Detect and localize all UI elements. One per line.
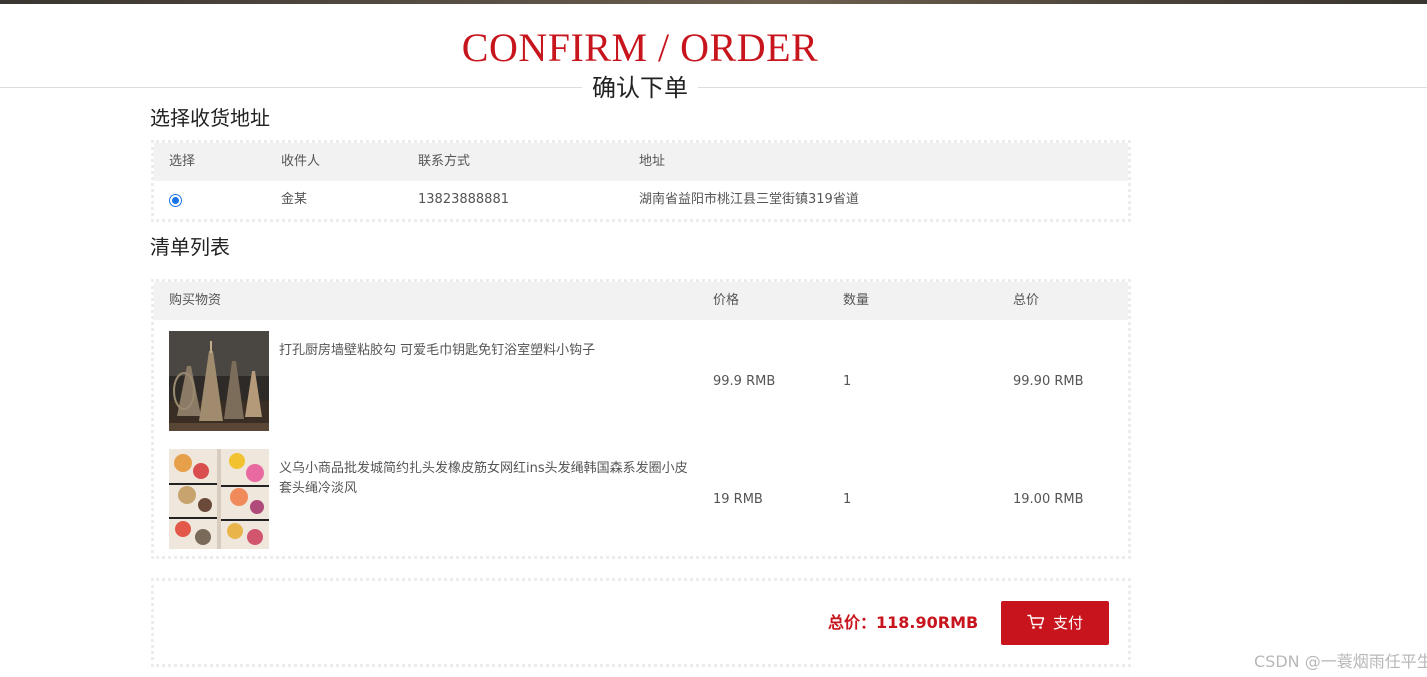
order-items-header: 购买物资 价格 数量 总价 — [154, 282, 1128, 320]
address-table: 选择 收件人 联系方式 地址 金某 13823888881 湖南省益阳市桃江县三… — [151, 140, 1131, 222]
col-address: 地址 — [639, 154, 666, 169]
order-item-row: 打孔厨房墙壁粘胶勾 可爱毛巾钥匙免钉浴室塑料小钩子 99.9 RMB 1 99.… — [154, 323, 1128, 441]
product-thumbnail[interactable] — [169, 331, 269, 431]
product-price: 99.9 RMB — [713, 374, 776, 389]
col-select: 选择 — [169, 154, 196, 169]
pay-button[interactable]: 支付 — [1001, 601, 1109, 645]
watermark: CSDN @一蓑烟雨任平生 — [1254, 652, 1427, 671]
address-radio-selected[interactable] — [169, 194, 182, 207]
page-title-cn: 确认下单 — [582, 73, 698, 103]
order-items-table: 购买物资 价格 数量 总价 打孔厨房墙壁粘胶勾 可爱毛巾钥匙免钉浴室塑料小钩子 … — [151, 279, 1131, 559]
address-section-title: 选择收货地址 — [150, 106, 270, 130]
product-name[interactable]: 义乌小商品批发城简约扎头发橡皮筋女网红ins头发绳韩国森系发圈小皮套头绳冷淡风 — [279, 459, 689, 499]
product-subtotal: 19.00 RMB — [1013, 492, 1084, 507]
address-table-header: 选择 收件人 联系方式 地址 — [154, 143, 1128, 181]
col-qty: 数量 — [843, 293, 870, 308]
page-header: CONFIRM / ORDER 确认下单 — [0, 4, 1427, 104]
pay-button-label: 支付 — [1052, 614, 1083, 632]
product-qty: 1 — [843, 492, 852, 507]
col-recipient: 收件人 — [281, 154, 321, 169]
recipient-name: 金某 — [281, 192, 308, 207]
page-title-en: CONFIRM / ORDER — [461, 25, 819, 70]
col-subtotal: 总价 — [1013, 293, 1040, 308]
col-price: 价格 — [713, 293, 740, 308]
product-name[interactable]: 打孔厨房墙壁粘胶勾 可爱毛巾钥匙免钉浴室塑料小钩子 — [279, 341, 689, 361]
list-section-title: 清单列表 — [150, 235, 230, 259]
order-item-row: 义乌小商品批发城简约扎头发橡皮筋女网红ins头发绳韩国森系发圈小皮套头绳冷淡风 … — [154, 441, 1128, 559]
product-subtotal: 99.90 RMB — [1013, 374, 1084, 389]
recipient-address: 湖南省益阳市桃江县三堂街镇319省道 — [639, 192, 859, 207]
cart-icon — [1027, 614, 1045, 629]
recipient-phone: 13823888881 — [418, 192, 509, 207]
order-total: 总价：118.90RMB — [828, 613, 979, 632]
col-contact: 联系方式 — [418, 154, 471, 169]
product-price: 19 RMB — [713, 492, 763, 507]
address-row[interactable]: 金某 13823888881 湖南省益阳市桃江县三堂街镇319省道 — [154, 181, 1128, 219]
product-thumbnail[interactable] — [169, 449, 269, 549]
header-divider — [0, 87, 1427, 88]
order-summary: 总价：118.90RMB 支付 — [151, 578, 1131, 667]
col-item: 购买物资 — [169, 293, 222, 308]
product-qty: 1 — [843, 374, 852, 389]
